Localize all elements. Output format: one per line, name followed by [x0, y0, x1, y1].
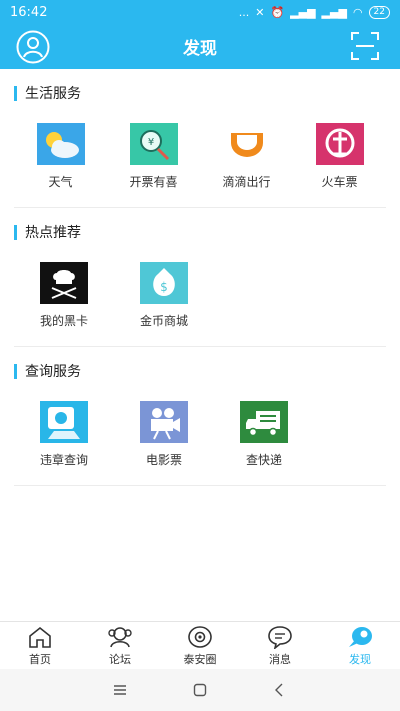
weather-icon	[36, 123, 85, 165]
tab-label: 消息	[269, 653, 291, 666]
signal-icon: ▂▄▆	[290, 5, 316, 19]
tile-violation-query[interactable]: 违章查询	[14, 395, 114, 475]
didi-icon	[222, 123, 271, 165]
scan-icon[interactable]	[350, 31, 380, 61]
service-grid: 我的黑卡 $ 金币商城	[14, 256, 386, 347]
status-time: 16:42	[10, 4, 48, 20]
tile-label: 滴滴出行	[222, 175, 271, 189]
user-avatar-icon[interactable]	[16, 30, 50, 64]
tab-label: 发现	[349, 653, 371, 666]
section-title-text: 生活服务	[25, 86, 81, 102]
tab-label: 泰安圈	[183, 653, 217, 666]
tab-message[interactable]: 消息	[240, 622, 320, 669]
express-query-icon	[240, 401, 288, 443]
wifi-icon: ◠	[352, 5, 363, 19]
service-grid: 违章查询 电影票 查快递	[14, 395, 386, 486]
section-query-services: 查询服务 违章查询 电影票 查快递	[0, 347, 400, 486]
tile-train-ticket[interactable]: 火车票	[293, 117, 386, 197]
tile-label: 开票有喜	[129, 175, 178, 189]
black-card-icon	[40, 262, 88, 304]
status-dots: ...	[238, 5, 250, 19]
service-grid: 天气 ¥ 开票有喜 滴滴出行 火车票	[14, 117, 386, 208]
tab-forum[interactable]: 论坛	[80, 622, 160, 669]
tile-label: 我的黑卡	[39, 314, 88, 328]
status-icons: ... ✕ ⏰ ▂▄▆ ▂▄▆ ◠ 22	[238, 5, 390, 19]
tab-label: 首页	[29, 653, 51, 666]
tab-circle[interactable]: 泰安圈	[160, 622, 240, 669]
menu-icon[interactable]	[112, 682, 128, 698]
tile-didi[interactable]: 滴滴出行	[200, 117, 293, 197]
svg-text:$: $	[160, 280, 168, 294]
coin-mall-icon: $	[140, 262, 188, 304]
tab-home[interactable]: 首页	[0, 622, 80, 669]
message-icon	[268, 626, 292, 649]
tile-label: 天气	[48, 175, 73, 189]
section-hot-recommend: 热点推荐 我的黑卡 $ 金币商城	[0, 208, 400, 347]
tile-label: 金币商城	[139, 314, 188, 328]
section-title: 查询服务	[14, 347, 386, 395]
home-icon	[29, 626, 51, 648]
section-title-text: 查询服务	[25, 364, 81, 380]
tile-invoice[interactable]: ¥ 开票有喜	[107, 117, 200, 197]
signal-icon-2: ▂▄▆	[321, 5, 347, 19]
notification-off-icon: ✕	[255, 5, 265, 19]
tile-label: 火车票	[321, 175, 358, 189]
status-bar: 16:42 ... ✕ ⏰ ▂▄▆ ▂▄▆ ◠ 22	[0, 0, 400, 24]
system-nav-bar	[0, 669, 400, 711]
alarm-icon: ⏰	[270, 5, 285, 19]
tab-discover[interactable]: 发现	[320, 622, 400, 669]
train-ticket-icon	[315, 123, 364, 165]
section-life-services: 生活服务 天气 ¥ 开票有喜 滴滴出行 火车票	[0, 69, 400, 208]
battery-icon: 22	[368, 5, 390, 19]
back-icon[interactable]	[272, 682, 288, 698]
tile-weather[interactable]: 天气	[14, 117, 107, 197]
tile-black-card[interactable]: 我的黑卡	[14, 256, 114, 336]
forum-icon	[108, 627, 132, 648]
tile-express-query[interactable]: 查快递	[214, 395, 314, 475]
tile-coin-mall[interactable]: $ 金币商城	[114, 256, 214, 336]
movie-ticket-icon	[140, 401, 188, 443]
invoice-icon: ¥	[129, 123, 178, 165]
svg-text:¥: ¥	[147, 137, 153, 148]
violation-query-icon	[40, 401, 88, 443]
app-header: 发现	[0, 24, 400, 69]
tile-label: 违章查询	[39, 453, 88, 467]
tab-label: 论坛	[109, 653, 131, 666]
tile-label: 查快递	[245, 453, 282, 467]
tile-movie-ticket[interactable]: 电影票	[114, 395, 214, 475]
circle-icon	[188, 626, 212, 648]
section-title: 生活服务	[14, 69, 386, 117]
section-title-text: 热点推荐	[25, 225, 81, 241]
page-title: 发现	[183, 39, 217, 59]
bottom-tab-bar: 首页 论坛 泰安圈 消息 发现	[0, 621, 400, 669]
tile-label: 电影票	[145, 453, 182, 467]
discover-icon	[349, 627, 372, 647]
home-button-icon[interactable]	[192, 682, 208, 698]
discover-content: 生活服务 天气 ¥ 开票有喜 滴滴出行 火车票 热点推荐 我的黑卡 $ 金币商城…	[0, 69, 400, 621]
section-title: 热点推荐	[14, 208, 386, 256]
